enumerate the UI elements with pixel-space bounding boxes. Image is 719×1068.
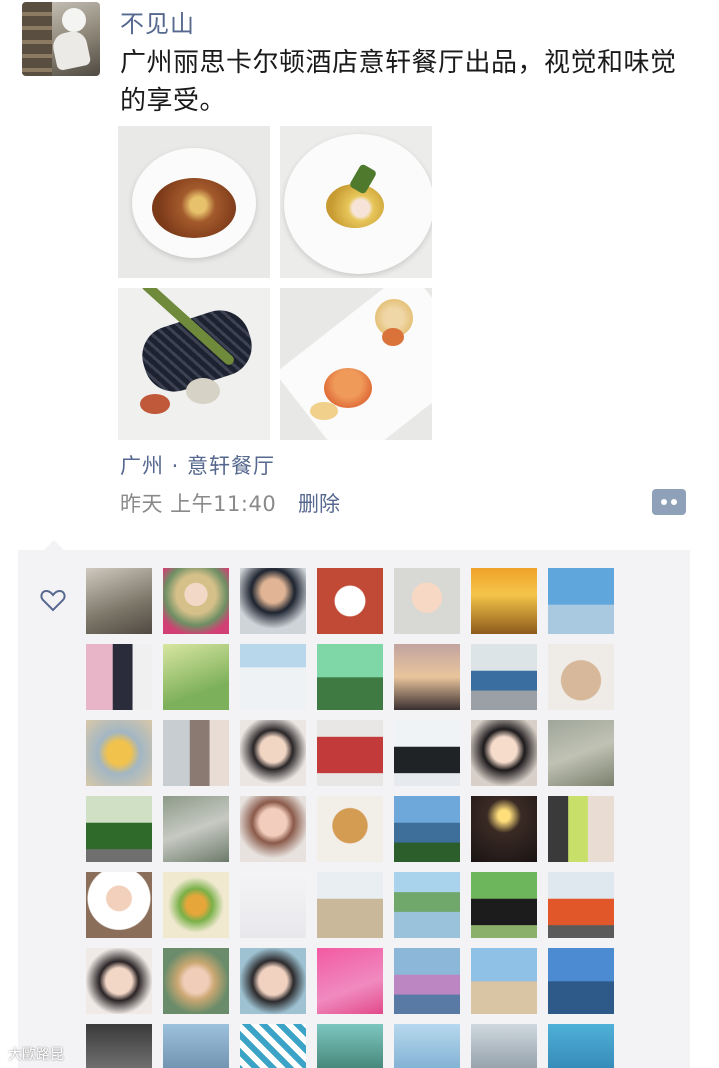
- liker-avatar[interactable]: [240, 948, 306, 1014]
- liker-avatar[interactable]: [394, 720, 460, 786]
- avatar-figure-head: [62, 8, 86, 32]
- liker-avatar[interactable]: [317, 1024, 383, 1068]
- liker-avatar[interactable]: [548, 872, 614, 938]
- liker-avatar[interactable]: [317, 720, 383, 786]
- photo-squid-ink-pasta[interactable]: [118, 288, 270, 440]
- liker-avatar[interactable]: [471, 644, 537, 710]
- author-name[interactable]: 不见山: [120, 4, 195, 39]
- liker-avatar[interactable]: [86, 796, 152, 862]
- liker-avatar[interactable]: [86, 720, 152, 786]
- liker-avatar[interactable]: [548, 1024, 614, 1068]
- liker-avatar[interactable]: [163, 796, 229, 862]
- liker-avatar[interactable]: [240, 1024, 306, 1068]
- liker-avatar[interactable]: [394, 1024, 460, 1068]
- liker-avatar[interactable]: [394, 796, 460, 862]
- liker-avatar[interactable]: [163, 872, 229, 938]
- liker-avatar[interactable]: [317, 796, 383, 862]
- photo-fish-plate[interactable]: [280, 288, 432, 440]
- liker-avatar[interactable]: [317, 948, 383, 1014]
- avatar-bookshelf: [22, 2, 52, 76]
- liker-avatar[interactable]: [86, 568, 152, 634]
- liker-avatar[interactable]: [394, 948, 460, 1014]
- liker-avatar[interactable]: [471, 948, 537, 1014]
- liker-avatar[interactable]: [240, 720, 306, 786]
- liker-avatar[interactable]: [86, 872, 152, 938]
- delete-link[interactable]: 删除: [298, 488, 340, 518]
- liker-avatar[interactable]: [163, 1024, 229, 1068]
- photo-soup-bowl[interactable]: [118, 126, 270, 278]
- liker-avatar[interactable]: [317, 872, 383, 938]
- liker-avatar[interactable]: [471, 872, 537, 938]
- liker-avatar[interactable]: [548, 568, 614, 634]
- liker-avatar[interactable]: [548, 796, 614, 862]
- liker-avatar[interactable]: [317, 568, 383, 634]
- liker-avatar[interactable]: [471, 1024, 537, 1068]
- liker-avatar[interactable]: [163, 720, 229, 786]
- liker-avatar[interactable]: [86, 644, 152, 710]
- liker-avatar[interactable]: [86, 948, 152, 1014]
- liker-avatar[interactable]: [240, 796, 306, 862]
- liker-avatar[interactable]: [163, 568, 229, 634]
- post-time: 昨天 上午11:40: [120, 492, 277, 516]
- liker-avatar[interactable]: [240, 644, 306, 710]
- liker-avatar[interactable]: [163, 948, 229, 1014]
- comment-more-icon[interactable]: [652, 489, 686, 515]
- avatar-figure-body: [50, 28, 92, 72]
- photo-plate-noodle[interactable]: [280, 126, 432, 278]
- likes-panel: [18, 540, 690, 1068]
- liker-avatar[interactable]: [471, 568, 537, 634]
- liker-avatar[interactable]: [471, 720, 537, 786]
- liker-avatar[interactable]: [317, 644, 383, 710]
- liker-avatar[interactable]: [548, 720, 614, 786]
- heart-outline-icon: [40, 589, 66, 612]
- liker-avatar[interactable]: [240, 872, 306, 938]
- liker-avatar[interactable]: [240, 568, 306, 634]
- post-text: 广州丽思卡尔顿酒店意轩餐厅出品，视觉和味觉的享受。: [120, 48, 677, 116]
- liker-avatar[interactable]: [471, 796, 537, 862]
- liker-avatar[interactable]: [394, 568, 460, 634]
- liker-avatar[interactable]: [394, 872, 460, 938]
- liker-avatar[interactable]: [394, 644, 460, 710]
- liker-avatar[interactable]: [548, 948, 614, 1014]
- watermark-text: 大歐路昆: [8, 1047, 64, 1063]
- liker-avatar[interactable]: [163, 644, 229, 710]
- liker-avatar[interactable]: [548, 644, 614, 710]
- author-avatar[interactable]: [22, 2, 100, 76]
- liker-avatar[interactable]: [86, 1024, 152, 1068]
- photo-grid: [118, 126, 432, 440]
- location-link[interactable]: 广州 · 意轩餐厅: [120, 450, 275, 480]
